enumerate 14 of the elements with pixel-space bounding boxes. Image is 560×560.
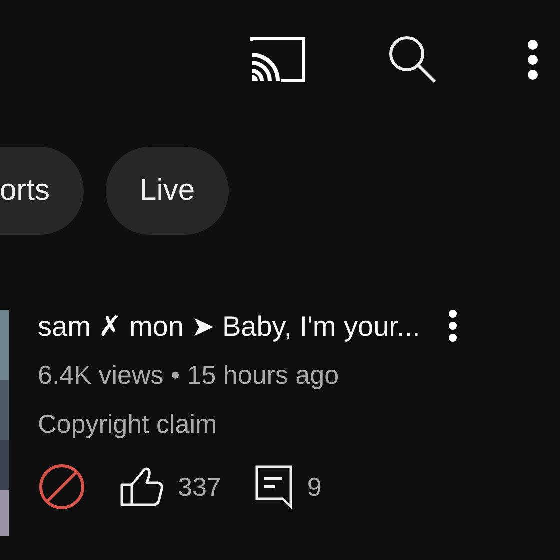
- comment-icon[interactable]: [255, 465, 294, 509]
- more-icon[interactable]: [448, 309, 458, 343]
- video-meta: 6.4K views • 15 hours ago: [38, 360, 340, 391]
- like-count: 337: [178, 472, 222, 502]
- filter-chip[interactable]: Live: [106, 147, 230, 235]
- video-status: Copyright claim: [38, 409, 218, 440]
- cast-icon[interactable]: [249, 37, 307, 83]
- prohibited-icon: [38, 463, 86, 511]
- video-title[interactable]: sam ✗ mon ➤ Baby, I'm your...: [38, 310, 420, 342]
- search-icon[interactable]: [387, 34, 439, 86]
- filter-chip[interactable]: orts: [0, 147, 84, 235]
- more-icon[interactable]: [527, 39, 539, 81]
- comment-count: 9: [307, 472, 322, 502]
- thumbs-up-icon[interactable]: [120, 467, 164, 507]
